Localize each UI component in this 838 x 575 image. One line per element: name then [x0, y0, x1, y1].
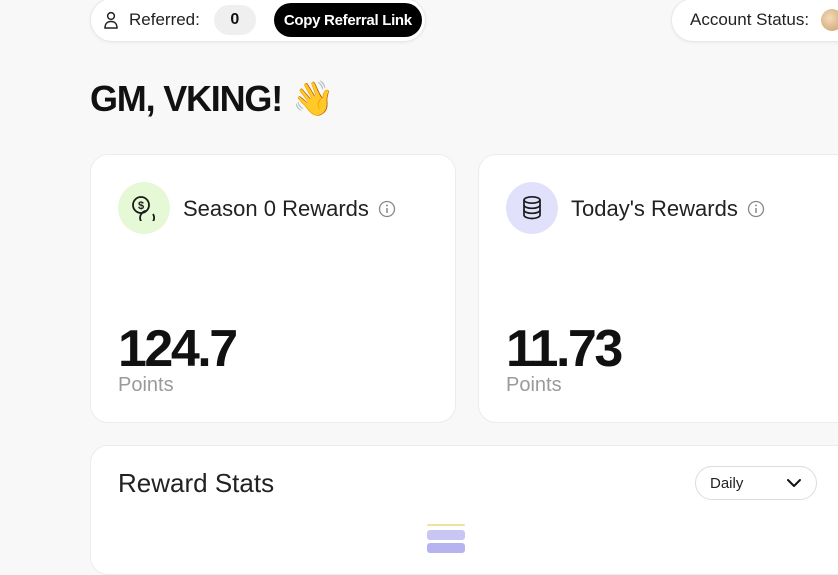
info-icon[interactable]	[378, 200, 396, 218]
account-status-label: Account Status:	[690, 10, 810, 29]
copy-referral-link-button[interactable]: Copy Referral Link	[273, 3, 422, 37]
referred-count-badge: 0	[213, 5, 256, 35]
greeting-text: GM, VKING!	[90, 78, 283, 119]
period-select[interactable]: Daily	[695, 466, 817, 500]
today-rewards-title: Today's Rewards	[571, 196, 765, 222]
reward-stats-title: Reward Stats	[118, 468, 275, 498]
today-rewards-unit: Points	[506, 374, 562, 396]
season-rewards-value: 124.7	[118, 320, 238, 378]
season-rewards-title: Season 0 Rewards	[183, 196, 396, 222]
reward-bar-segment	[427, 530, 465, 540]
svg-text:$: $	[138, 200, 144, 212]
referred-label: Referred:	[129, 10, 200, 29]
today-rewards-title-text: Today's Rewards	[571, 196, 738, 221]
reward-bar-segment	[427, 524, 465, 526]
referral-pill: Referred: 0 Copy Referral Link	[90, 0, 426, 42]
reward-bar-segment	[427, 543, 465, 553]
reward-bar	[427, 524, 465, 553]
period-select-value: Daily	[710, 474, 744, 492]
reward-stats-card: Reward Stats Daily	[90, 445, 838, 575]
chevron-down-icon	[787, 479, 801, 487]
today-rewards-card: Today's Rewards 11.73 Points	[478, 154, 838, 423]
today-rewards-value: 11.73	[506, 320, 623, 378]
account-status-pill[interactable]: Account Status:	[671, 0, 838, 42]
waving-hand-icon: 👋	[292, 80, 334, 118]
info-icon[interactable]	[747, 200, 765, 218]
account-status-avatar	[821, 9, 838, 31]
user-icon	[104, 11, 118, 29]
coin-stack-icon	[506, 182, 558, 234]
season-rewards-title-text: Season 0 Rewards	[183, 196, 369, 221]
dollar-coins-icon: $	[118, 182, 170, 234]
greeting-heading: GM, VKING! 👋	[90, 78, 334, 120]
season-rewards-card: $ Season 0 Rewards 124.7 Points	[90, 154, 456, 423]
season-rewards-unit: Points	[118, 374, 174, 396]
